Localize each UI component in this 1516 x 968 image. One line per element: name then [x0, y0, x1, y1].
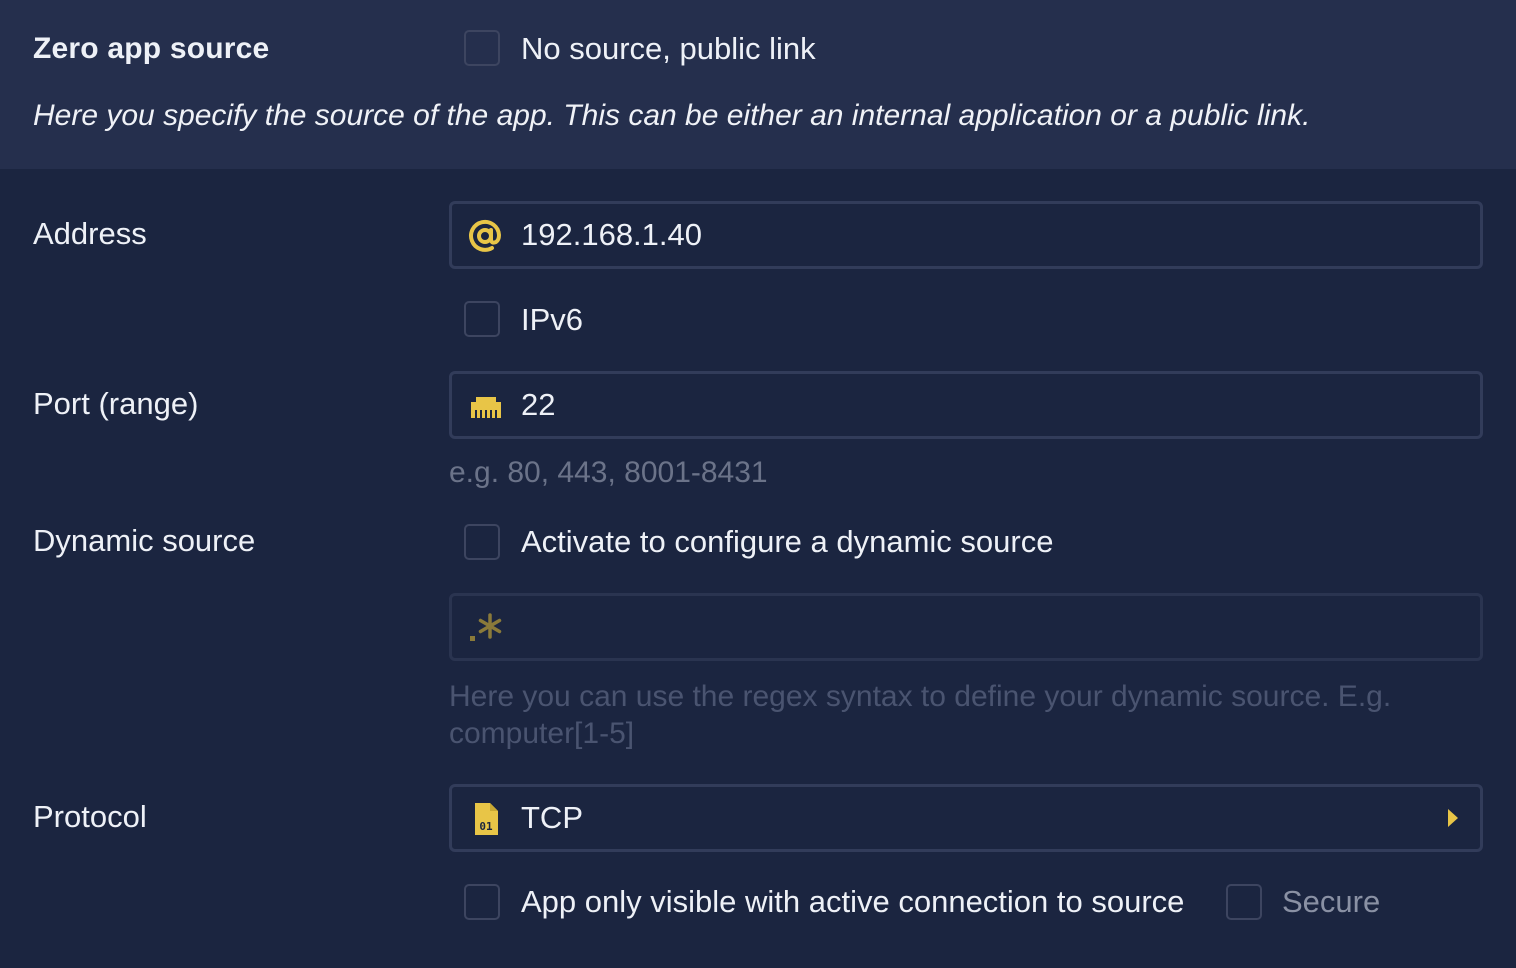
section-header [0, 0, 1516, 169]
port-input[interactable]: 22 [521, 374, 555, 436]
dynamic-source-label: Dynamic source [33, 523, 256, 558]
port-label: Port (range) [33, 386, 199, 421]
at-icon [468, 218, 504, 254]
secure-checkbox[interactable] [1226, 884, 1262, 920]
port-field[interactable]: 22 [449, 371, 1483, 439]
secure-label[interactable]: Secure [1282, 884, 1380, 920]
visible-with-connection-checkbox[interactable] [464, 884, 500, 920]
dynamic-source-checkbox-label[interactable]: Activate to configure a dynamic source [521, 524, 1053, 560]
protocol-value[interactable]: TCP [521, 787, 583, 849]
address-field[interactable]: 192.168.1.40 [449, 201, 1483, 269]
binary-file-icon: 01 [468, 801, 504, 837]
address-input[interactable]: 192.168.1.40 [521, 204, 702, 266]
public-link-checkbox[interactable] [464, 30, 500, 66]
dynamic-source-field[interactable] [449, 593, 1483, 661]
ipv6-label[interactable]: IPv6 [521, 302, 583, 338]
regex-icon [468, 610, 504, 646]
public-link-label[interactable]: No source, public link [521, 31, 816, 67]
dynamic-source-checkbox[interactable] [464, 524, 500, 560]
section-title: Zero app source [33, 32, 270, 65]
section-description: Here you specify the source of the app. … [33, 99, 1311, 132]
visible-with-connection-label[interactable]: App only visible with active connection … [521, 884, 1184, 920]
port-hint: e.g. 80, 443, 8001-8431 [449, 456, 768, 489]
protocol-select[interactable]: 01 TCP [449, 784, 1483, 852]
address-label: Address [33, 216, 147, 251]
dynamic-source-hint: Here you can use the regex syntax to def… [449, 680, 1392, 750]
ipv6-checkbox[interactable] [464, 301, 500, 337]
chevron-right-icon[interactable] [1446, 807, 1460, 834]
svg-text:01: 01 [479, 820, 493, 833]
protocol-label: Protocol [33, 799, 147, 834]
ethernet-port-icon [468, 388, 504, 424]
